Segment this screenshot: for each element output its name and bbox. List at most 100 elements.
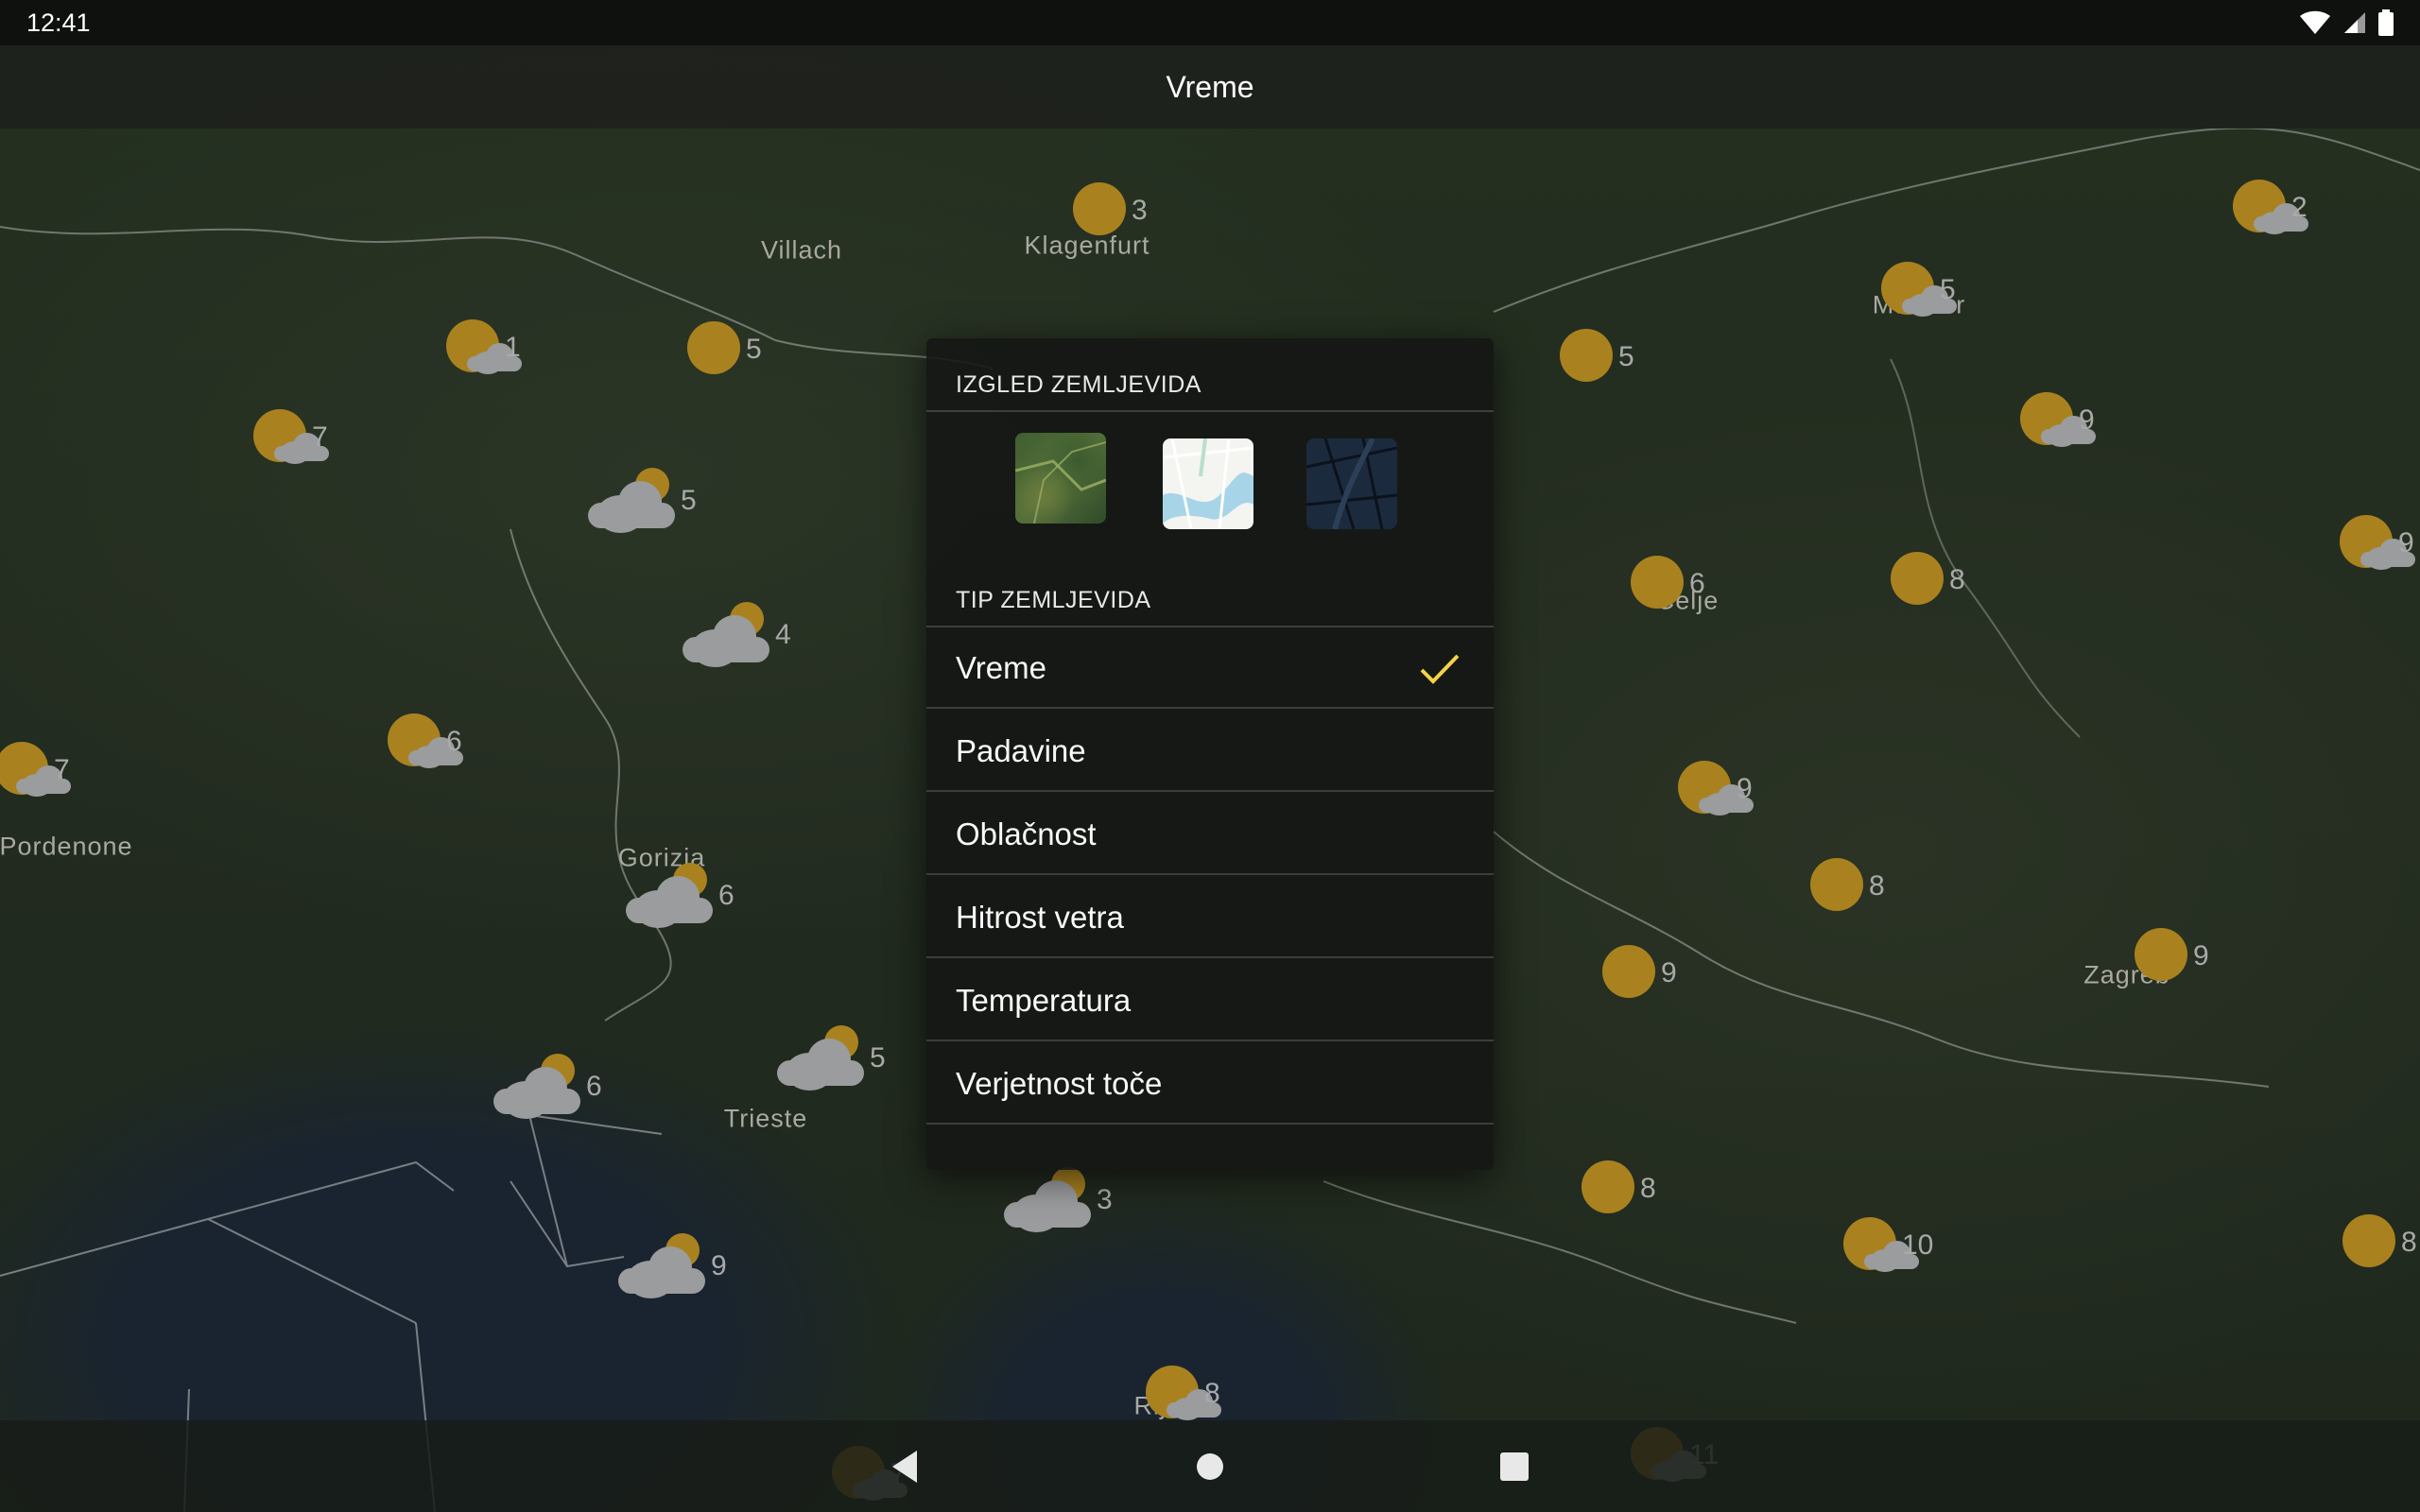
option-label: Temperatura [956, 983, 1132, 1018]
weather-marker[interactable]: 9 [2020, 387, 2124, 454]
temperature-label: 8 [1204, 1378, 1220, 1409]
weather-marker[interactable]: 5 [588, 468, 700, 534]
temperature-label: 6 [718, 880, 735, 911]
temperature-label: 10 [1902, 1229, 1934, 1261]
weather-marker[interactable]: 2 [2233, 175, 2337, 241]
dark-map-thumbnail-icon [1306, 438, 1397, 529]
weather-marker[interactable]: 8 [1582, 1156, 1685, 1222]
sun-icon [2342, 1214, 2395, 1267]
weather-marker[interactable]: 9 [1602, 940, 1706, 1006]
weather-marker[interactable]: 8 [2342, 1210, 2420, 1276]
weather-marker[interactable]: 7 [0, 737, 99, 803]
temperature-label: 4 [775, 619, 791, 650]
map-type-option[interactable]: Padavine [926, 711, 1494, 792]
temperature-label: 9 [1737, 773, 1753, 804]
map-style-satellite[interactable] [1015, 433, 1106, 524]
option-label: Oblačnost [956, 816, 1097, 851]
weather-marker[interactable]: 5 [687, 317, 791, 383]
weather-marker[interactable]: 9 [2340, 510, 2420, 576]
home-icon[interactable] [1186, 1443, 1234, 1490]
weather-marker[interactable]: 10 [1843, 1212, 1947, 1279]
weather-marker[interactable]: 5 [777, 1025, 889, 1091]
recent-apps-icon[interactable] [1491, 1443, 1538, 1490]
weather-marker[interactable]: 9 [1678, 756, 1782, 822]
temperature-label: 6 [1689, 568, 1705, 599]
map-type-option[interactable]: Oblačnost [926, 794, 1494, 875]
weather-marker[interactable]: 9 [2135, 923, 2238, 989]
temperature-label: 8 [1869, 870, 1885, 902]
weather-marker[interactable]: 6 [388, 709, 492, 775]
divider [926, 1123, 1494, 1125]
battery-icon [2378, 9, 2394, 36]
weather-marker[interactable]: 9 [618, 1233, 730, 1299]
map-settings-dialog: IZGLED ZEMLJEVIDA TIP ZEMLJEVIDA Vreme Pa… [926, 338, 1494, 1170]
temperature-label: 5 [1940, 274, 1956, 305]
sun-icon [1602, 945, 1655, 998]
cloud-icon [618, 1246, 705, 1298]
map-type-option[interactable]: Temperatura [926, 960, 1494, 1041]
temperature-label: 3 [1132, 195, 1148, 226]
cloud-icon [626, 876, 713, 928]
temperature-label: 9 [2193, 940, 2209, 971]
weather-marker[interactable]: 8 [1146, 1361, 1250, 1427]
sun-icon [1810, 858, 1863, 911]
weather-marker[interactable]: 6 [1631, 551, 1735, 617]
sun-icon [1073, 182, 1126, 235]
sun-icon [687, 321, 740, 374]
sun-icon [1560, 329, 1613, 382]
temperature-label: 7 [312, 421, 328, 453]
navigation-bar [0, 1420, 2420, 1512]
divider [926, 1040, 1494, 1041]
temperature-label: 5 [746, 334, 762, 365]
map-type-option[interactable]: Hitrost vetra [926, 877, 1494, 958]
option-label: Padavine [956, 733, 1086, 768]
option-label: Verjetnost toče [956, 1066, 1163, 1101]
weather-marker[interactable]: 7 [253, 404, 357, 471]
option-label: Vreme [956, 650, 1046, 685]
weather-marker[interactable]: 8 [1810, 853, 1914, 919]
weather-marker[interactable]: 6 [493, 1054, 605, 1120]
temperature-label: 9 [2398, 527, 2414, 558]
sun-icon [1891, 552, 1944, 605]
city-label: Villach [760, 235, 843, 265]
temperature-label: 9 [1661, 957, 1677, 988]
cloud-icon [588, 481, 675, 533]
weather-marker[interactable]: 4 [683, 602, 794, 668]
weather-marker[interactable]: 6 [626, 863, 737, 929]
divider [926, 410, 1494, 412]
divider [926, 873, 1494, 875]
temperature-label: 7 [54, 754, 70, 785]
temperature-label: 8 [1640, 1173, 1656, 1204]
weather-marker[interactable]: 5 [1881, 257, 1985, 323]
temperature-label: 9 [711, 1250, 727, 1281]
map-type-title: TIP ZEMLJEVIDA [956, 587, 1151, 613]
map-appearance-title: IZGLED ZEMLJEVIDA [956, 371, 1201, 398]
temperature-label: 5 [681, 485, 697, 516]
cloud-icon [683, 615, 769, 667]
temperature-label: 5 [870, 1042, 886, 1074]
map-style-dark[interactable] [1306, 438, 1397, 529]
satellite-thumbnail-icon [1015, 441, 1106, 524]
divider [926, 707, 1494, 709]
cloud-icon [777, 1039, 864, 1091]
map-style-street[interactable] [1163, 438, 1253, 529]
option-label: Hitrost vetra [956, 900, 1124, 935]
weather-marker[interactable]: 1 [446, 315, 550, 381]
temperature-label: 1 [505, 332, 521, 363]
weather-marker[interactable]: 3 [1004, 1167, 1115, 1233]
back-icon[interactable] [883, 1443, 930, 1490]
temperature-label: 2 [2291, 192, 2308, 223]
street-map-thumbnail-icon [1163, 438, 1253, 529]
weather-marker[interactable]: 3 [1073, 178, 1177, 244]
map-type-option[interactable]: Vreme [926, 627, 1494, 709]
city-label: Trieste [723, 1104, 808, 1133]
status-bar: 12:41 [0, 0, 2420, 45]
divider [926, 956, 1494, 958]
app-bar: Vreme [0, 45, 2420, 129]
temperature-label: 3 [1097, 1184, 1113, 1215]
weather-marker[interactable]: 8 [1891, 547, 1995, 613]
weather-marker[interactable]: 5 [1560, 324, 1664, 390]
cloud-icon [493, 1067, 580, 1119]
map-type-option[interactable]: Verjetnost toče [926, 1043, 1494, 1125]
wifi-icon [2300, 10, 2330, 34]
